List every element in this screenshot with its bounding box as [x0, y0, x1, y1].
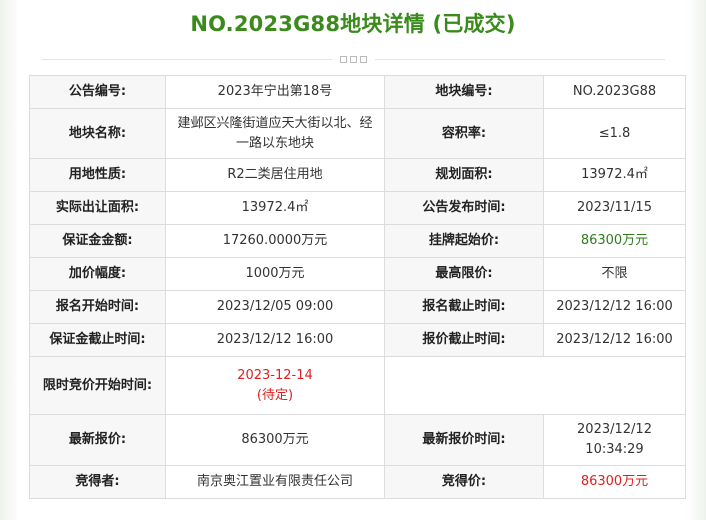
deposit-deadline-label: 保证金截止时间:: [29, 323, 166, 357]
increment-label: 加价幅度:: [29, 257, 166, 291]
table-row: 公告编号: 2023年宁出第18号 地块编号: NO.2023G88: [29, 75, 686, 109]
title-divider: [0, 53, 706, 65]
table-row: 最新报价: 86300万元 最新报价时间: 2023/12/12 10:34:2…: [29, 414, 686, 466]
winning-price-label: 竞得价:: [384, 465, 544, 499]
deposit-label: 保证金金额:: [29, 224, 166, 258]
table-row: 报名开始时间: 2023/12/05 09:00 报名截止时间: 2023/12…: [29, 290, 686, 324]
latest-bid-date: 2023/12/12: [577, 422, 652, 437]
plot-details-table: 公告编号: 2023年宁出第18号 地块编号: NO.2023G88 地块名称:…: [29, 75, 686, 499]
timed-bid-start-label: 限时竞价开始时间:: [29, 356, 166, 415]
timed-bid-start-value: 2023-12-14: [237, 367, 313, 383]
reg-start-value: 2023/12/05 09:00: [165, 290, 385, 324]
reg-end-value: 2023/12/12 16:00: [543, 290, 686, 324]
divider-dot: [349, 55, 357, 63]
table-row: 竞得者: 南京奥江置业有限责任公司 竞得价: 86300万元: [29, 465, 686, 499]
latest-bid-time-label: 最新报价时间:: [384, 414, 544, 466]
timed-bid-start-cell: 2023-12-14 (待定): [165, 356, 385, 415]
left-background-shade: [0, 0, 20, 520]
table-row: 限时竞价开始时间: 2023-12-14 (待定): [29, 356, 686, 415]
transfer-area-value: 13972.4㎡: [165, 191, 385, 225]
planned-area-label: 规划面积:: [384, 158, 544, 192]
table-row: 实际出让面积: 13972.4㎡ 公告发布时间: 2023/11/15: [29, 191, 686, 225]
empty-cell: [384, 356, 686, 415]
divider-dot: [359, 55, 367, 63]
price-cap-label: 最高限价:: [384, 257, 544, 291]
land-use-value: R2二类居住用地: [165, 158, 385, 192]
latest-bid-value: 86300万元: [165, 414, 385, 466]
announcement-no-value: 2023年宁出第18号: [165, 75, 385, 109]
table-row: 保证金截止时间: 2023/12/12 16:00 报价截止时间: 2023/1…: [29, 323, 686, 357]
land-use-label: 用地性质:: [29, 158, 166, 192]
table-row: 用地性质: R2二类居住用地 规划面积: 13972.4㎡: [29, 158, 686, 192]
increment-value: 1000万元: [165, 257, 385, 291]
bid-deadline-value: 2023/12/12 16:00: [543, 323, 686, 357]
plot-name-value: 建邺区兴隆街道应天大街以北、经一路以东地块: [165, 108, 385, 159]
reg-start-label: 报名开始时间:: [29, 290, 166, 324]
reg-end-label: 报名截止时间:: [384, 290, 544, 324]
page-title: NO.2023G88地块详情 (已成交): [190, 12, 516, 36]
table-row: 地块名称: 建邺区兴隆街道应天大街以北、经一路以东地块 容积率: ≤1.8: [29, 108, 686, 159]
latest-bid-time-cell: 2023/12/12 10:34:29: [543, 414, 686, 466]
bid-deadline-label: 报价截止时间:: [384, 323, 544, 357]
plot-name-label: 地块名称:: [29, 108, 166, 159]
table-row: 加价幅度: 1000万元 最高限价: 不限: [29, 257, 686, 291]
planned-area-value: 13972.4㎡: [543, 158, 686, 192]
announcement-no-label: 公告编号:: [29, 75, 166, 109]
winner-label: 竞得者:: [29, 465, 166, 499]
plot-ratio-value: ≤1.8: [543, 108, 686, 159]
price-cap-value: 不限: [543, 257, 686, 291]
right-background-shade: [686, 0, 706, 520]
transfer-area-label: 实际出让面积:: [29, 191, 166, 225]
winner-value: 南京奥江置业有限责任公司: [165, 465, 385, 499]
latest-bid-clock: 10:34:29: [585, 442, 644, 457]
divider-dot: [339, 55, 347, 63]
publish-time-label: 公告发布时间:: [384, 191, 544, 225]
latest-bid-label: 最新报价:: [29, 414, 166, 466]
deposit-value: 17260.0000万元: [165, 224, 385, 258]
plot-no-label: 地块编号:: [384, 75, 544, 109]
deposit-deadline-value: 2023/12/12 16:00: [165, 323, 385, 357]
plot-no-value: NO.2023G88: [543, 75, 686, 109]
starting-price-label: 挂牌起始价:: [384, 224, 544, 258]
divider-line-right: [374, 58, 665, 60]
starting-price-value: 86300万元: [543, 224, 686, 258]
table-row: 保证金金额: 17260.0000万元 挂牌起始价: 86300万元: [29, 224, 686, 258]
divider-dots: [339, 55, 367, 63]
timed-bid-start-note: (待定): [256, 387, 294, 403]
winning-price-value: 86300万元: [543, 465, 686, 499]
publish-time-value: 2023/11/15: [543, 191, 686, 225]
divider-line-left: [41, 58, 332, 60]
plot-ratio-label: 容积率:: [384, 108, 544, 159]
